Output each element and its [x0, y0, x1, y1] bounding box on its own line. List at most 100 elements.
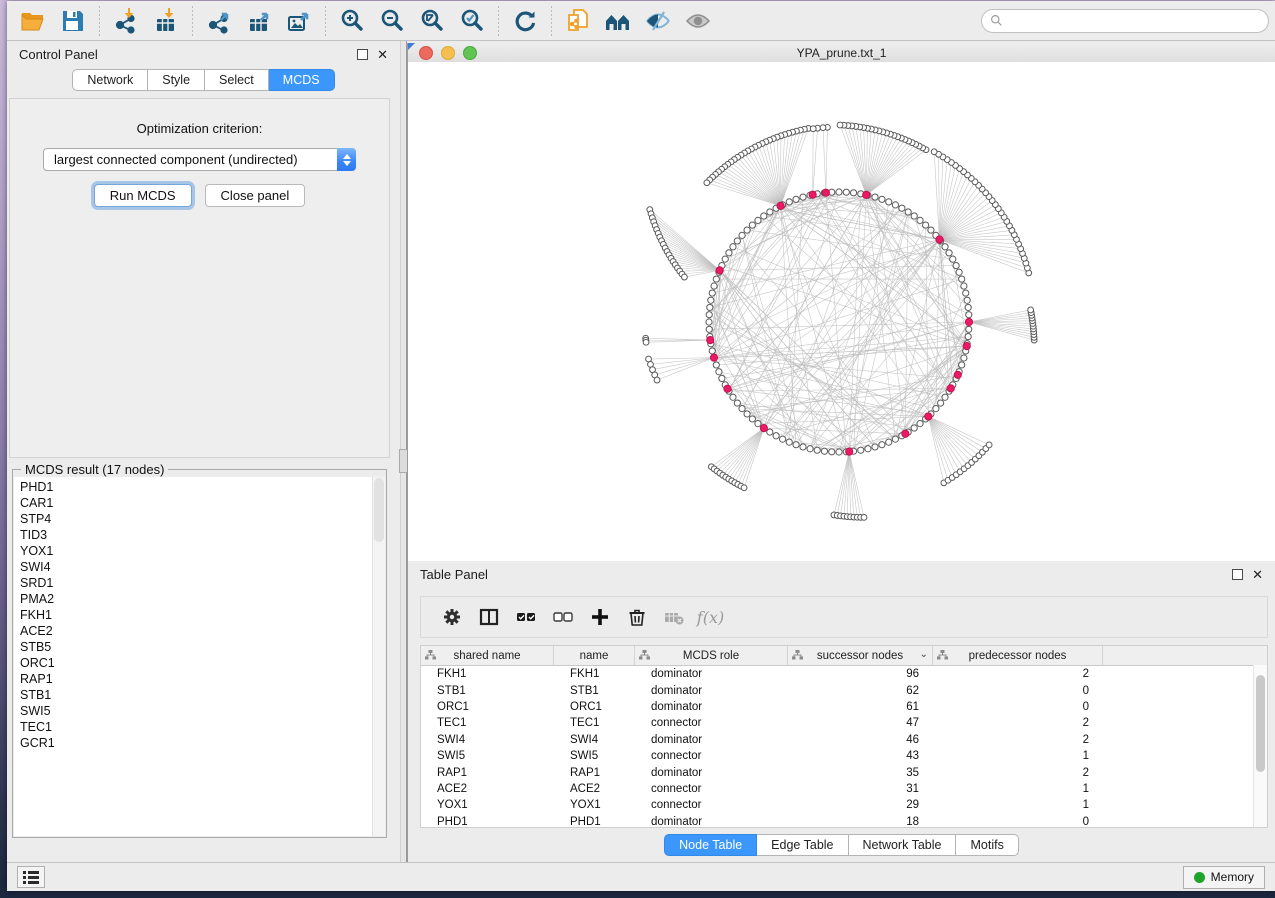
- criterion-dropdown[interactable]: largest connected component (undirected): [43, 148, 356, 171]
- zoom-selected-icon[interactable]: [452, 5, 492, 37]
- refresh-icon[interactable]: [505, 5, 545, 37]
- column-header-name[interactable]: name: [554, 646, 635, 665]
- memory-status-icon: [1194, 872, 1205, 883]
- export-table-icon[interactable]: [239, 5, 279, 37]
- mcds-result-item[interactable]: STP4: [20, 511, 373, 527]
- memory-button[interactable]: Memory: [1183, 866, 1265, 889]
- tab-network[interactable]: Network: [72, 69, 148, 91]
- gear-icon[interactable]: [433, 601, 470, 633]
- table-panel: Table Panel ✕ f(x) shared namenameMCDS r…: [407, 561, 1275, 862]
- tab-style[interactable]: Style: [148, 69, 205, 91]
- task-history-button[interactable]: [17, 866, 45, 888]
- mcds-result-item[interactable]: CAR1: [20, 495, 373, 511]
- mcds-result-item[interactable]: STB1: [20, 687, 373, 703]
- tab-edge-table[interactable]: Edge Table: [757, 834, 848, 856]
- first-neighbors-icon[interactable]: [598, 5, 638, 37]
- criterion-value: largest connected component (undirected): [44, 152, 337, 167]
- mcds-result-item[interactable]: RAP1: [20, 671, 373, 687]
- network-window-titlebar[interactable]: YPA_prune.txt_1: [408, 43, 1275, 63]
- cell-shared-name: ACE2: [421, 783, 554, 795]
- table-row[interactable]: SWI4SWI4dominator462: [421, 732, 1267, 748]
- add-column-icon[interactable]: [581, 601, 618, 633]
- mcds-result-title: MCDS result (17 nodes): [21, 462, 168, 477]
- control-panel-title: Control Panel: [19, 47, 98, 62]
- select-all-icon[interactable]: [507, 601, 544, 633]
- import-table-icon[interactable]: [146, 5, 186, 37]
- table-row[interactable]: SWI5SWI5connector431: [421, 748, 1267, 764]
- mcds-result-group: MCDS result (17 nodes) PHD1CAR1STP4TID3Y…: [12, 469, 387, 838]
- cell-MCDS-role: dominator: [635, 701, 788, 713]
- table-row[interactable]: RAP1RAP1dominator352: [421, 764, 1267, 780]
- table-row[interactable]: FKH1FKH1dominator962: [421, 666, 1267, 682]
- network-canvas[interactable]: [408, 62, 1275, 561]
- table-scrollbar[interactable]: [1253, 665, 1267, 827]
- save-session-icon[interactable]: [53, 5, 93, 37]
- copy-network-icon[interactable]: [558, 5, 598, 37]
- tab-select[interactable]: Select: [205, 69, 269, 91]
- table-row[interactable]: ACE2ACE2connector311: [421, 781, 1267, 797]
- float-table-panel-icon[interactable]: [1232, 569, 1243, 580]
- mcds-result-item[interactable]: FKH1: [20, 607, 373, 623]
- network-graph[interactable]: [408, 62, 1275, 561]
- column-header-predecessor-nodes[interactable]: predecessor nodes: [933, 646, 1103, 665]
- zoom-in-icon[interactable]: [332, 5, 372, 37]
- column-split-icon[interactable]: [470, 601, 507, 633]
- dropdown-stepper-icon: [337, 148, 356, 171]
- hide-selected-icon[interactable]: [638, 5, 678, 37]
- table-row[interactable]: YOX1YOX1connector291: [421, 797, 1267, 813]
- cell-successor-nodes: 96: [788, 668, 933, 680]
- mcds-result-item[interactable]: YOX1: [20, 543, 373, 559]
- tab-node-table[interactable]: Node Table: [664, 834, 757, 856]
- deselect-all-icon[interactable]: [544, 601, 581, 633]
- namespace-icon: [639, 650, 650, 663]
- mcds-result-item[interactable]: ORC1: [20, 655, 373, 671]
- search-input[interactable]: [981, 9, 1269, 33]
- table-scrollbar-thumb[interactable]: [1256, 675, 1265, 772]
- mcds-panel: Optimization criterion: largest connecte…: [9, 98, 390, 458]
- mcds-result-item[interactable]: SWI5: [20, 703, 373, 719]
- close-panel-icon[interactable]: ✕: [377, 48, 388, 61]
- import-network-icon[interactable]: [106, 5, 146, 37]
- mcds-result-item[interactable]: ACE2: [20, 623, 373, 639]
- sort-caret-icon[interactable]: ⌄: [920, 649, 928, 660]
- tab-mcds[interactable]: MCDS: [269, 69, 335, 91]
- mcds-result-item[interactable]: TID3: [20, 527, 373, 543]
- vertical-splitter[interactable]: [400, 41, 407, 862]
- delete-column-icon[interactable]: [618, 601, 655, 633]
- zoom-out-icon[interactable]: [372, 5, 412, 37]
- mcds-result-item[interactable]: TEC1: [20, 719, 373, 735]
- open-file-icon[interactable]: [13, 5, 53, 37]
- table-toolbar: f(x): [420, 596, 1268, 638]
- cell-MCDS-role: connector: [635, 799, 788, 811]
- mcds-result-item[interactable]: PHD1: [20, 479, 373, 495]
- table-row[interactable]: ORC1ORC1dominator610: [421, 699, 1267, 715]
- cell-successor-nodes: 62: [788, 685, 933, 697]
- export-network-icon[interactable]: [199, 5, 239, 37]
- mcds-result-item[interactable]: SRD1: [20, 575, 373, 591]
- mcds-result-item[interactable]: STB5: [20, 639, 373, 655]
- column-header-successor-nodes[interactable]: successor nodes⌄: [788, 646, 933, 665]
- mcds-result-item[interactable]: SWI4: [20, 559, 373, 575]
- tab-network-table[interactable]: Network Table: [849, 834, 957, 856]
- mcds-list-scrollbar[interactable]: [372, 477, 385, 836]
- mcds-result-item[interactable]: GCR1: [20, 735, 373, 751]
- table-row[interactable]: PHD1PHD1dominator180: [421, 814, 1267, 828]
- cell-shared-name: ORC1: [421, 701, 554, 713]
- export-image-icon[interactable]: [279, 5, 319, 37]
- float-panel-icon[interactable]: [357, 49, 368, 60]
- column-header-shared-name[interactable]: shared name: [421, 646, 554, 665]
- close-panel-button[interactable]: Close panel: [205, 184, 306, 207]
- close-table-panel-icon[interactable]: ✕: [1252, 568, 1263, 581]
- mcds-result-item[interactable]: PMA2: [20, 591, 373, 607]
- table-row[interactable]: STB1STB1dominator620: [421, 682, 1267, 698]
- tab-motifs[interactable]: Motifs: [956, 834, 1018, 856]
- run-mcds-button[interactable]: Run MCDS: [94, 184, 192, 207]
- column-header-MCDS-role[interactable]: MCDS role: [635, 646, 788, 665]
- cell-predecessor-nodes: 1: [933, 799, 1103, 811]
- search-field[interactable]: [1008, 13, 1260, 29]
- cell-MCDS-role: dominator: [635, 767, 788, 779]
- show-all-icon[interactable]: [678, 5, 718, 37]
- zoom-fit-icon[interactable]: [412, 5, 452, 37]
- table-row[interactable]: TEC1TEC1connector472: [421, 715, 1267, 731]
- cell-name: YOX1: [554, 799, 635, 811]
